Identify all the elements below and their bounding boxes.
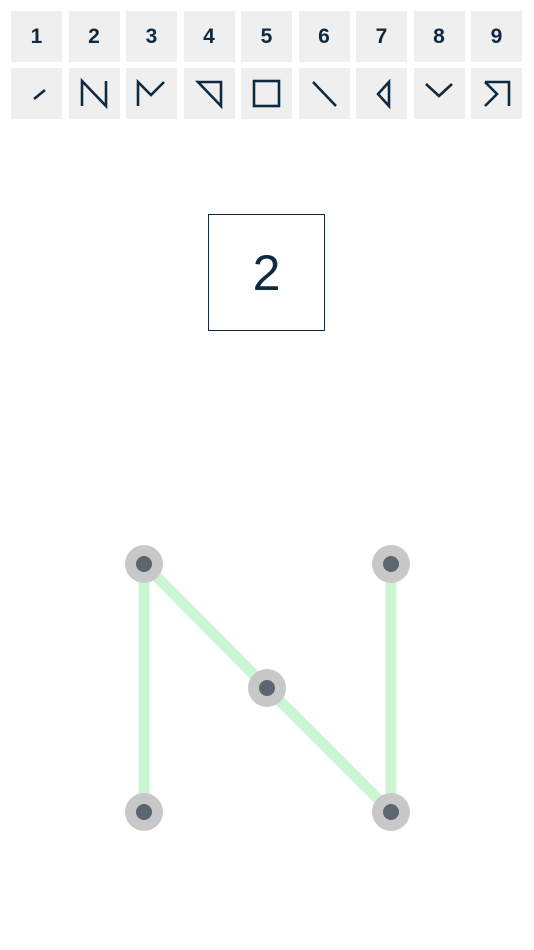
- dot-core: [136, 804, 152, 820]
- pattern-pad[interactable]: [0, 0, 534, 950]
- dot-core: [136, 556, 152, 572]
- dot-core: [259, 680, 275, 696]
- dot-core: [383, 556, 399, 572]
- path-segment: [140, 560, 271, 692]
- pad-dot-center[interactable]: [248, 669, 286, 707]
- path-segment: [263, 684, 395, 816]
- pad-dot-bottom-right[interactable]: [372, 793, 410, 831]
- pad-dot-bottom-left[interactable]: [125, 793, 163, 831]
- pad-dot-top-left[interactable]: [125, 545, 163, 583]
- dot-core: [383, 804, 399, 820]
- pad-dot-top-right[interactable]: [372, 545, 410, 583]
